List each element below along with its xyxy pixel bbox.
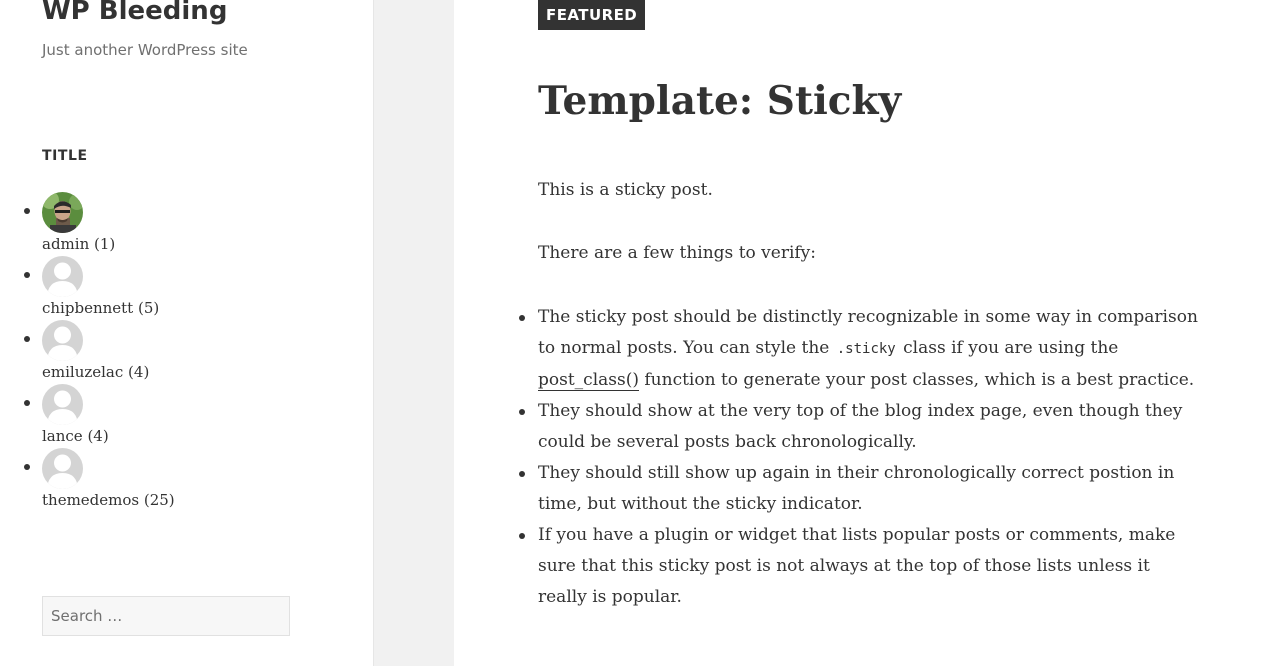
- post-list: The sticky post should be distinctly rec…: [519, 302, 1198, 613]
- avatar[interactable]: [42, 192, 83, 233]
- list-item-text: class if you are using the: [897, 338, 1119, 358]
- user-photo-icon: [42, 192, 83, 233]
- widget-title: TITLE: [42, 148, 88, 164]
- default-avatar-icon: [42, 256, 83, 297]
- avatar[interactable]: [42, 256, 83, 297]
- post-title[interactable]: Template: Sticky: [538, 78, 901, 124]
- author-link[interactable]: admin (1): [42, 235, 115, 253]
- list-item: The sticky post should be distinctly rec…: [519, 302, 1198, 396]
- avatar[interactable]: [42, 384, 83, 425]
- list-item: They should show at the very top of the …: [519, 396, 1198, 458]
- site-description: Just another WordPress site: [42, 41, 248, 59]
- author-link[interactable]: themedemos (25): [42, 491, 175, 509]
- avatar[interactable]: [42, 320, 83, 361]
- inline-code: .sticky: [836, 341, 896, 357]
- default-avatar-icon: [42, 448, 83, 489]
- featured-badge: FEATURED: [538, 0, 646, 30]
- post-paragraph: There are a few things to verify:: [538, 243, 817, 263]
- list-item: They should still show up again in their…: [519, 458, 1198, 520]
- sidebar: WP Bleeding Just another WordPress site …: [0, 0, 373, 666]
- post-paragraph: This is a sticky post.: [538, 180, 713, 200]
- page-gutter: [373, 0, 454, 666]
- list-item: If you have a plugin or widget that list…: [519, 520, 1198, 613]
- avatar[interactable]: [42, 448, 83, 489]
- author-link[interactable]: chipbennett (5): [42, 299, 159, 317]
- main-content: FEATURED Template: Sticky This is a stic…: [454, 0, 1262, 666]
- author-link[interactable]: lance (4): [42, 427, 109, 445]
- default-avatar-icon: [42, 384, 83, 425]
- default-avatar-icon: [42, 320, 83, 361]
- author-link[interactable]: emiluzelac (4): [42, 363, 149, 381]
- post-class-link[interactable]: post_class(): [538, 370, 639, 391]
- site-title[interactable]: WP Bleeding: [42, 0, 227, 26]
- search-input[interactable]: [42, 596, 290, 636]
- list-item-text: function to generate your post classes, …: [638, 370, 1195, 390]
